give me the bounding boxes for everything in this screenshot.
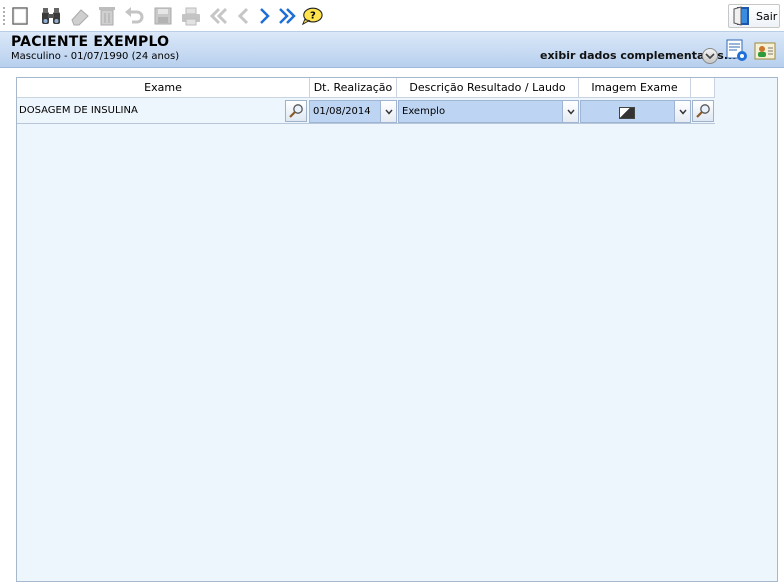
column-header-imagem[interactable]: Imagem Exame — [579, 78, 691, 98]
exams-grid: Exame Dt. Realização Descrição Resultado… — [16, 77, 778, 582]
patient-header: PACIENTE EXEMPLO Masculino - 01/07/1990 … — [0, 32, 784, 68]
last-record-icon — [279, 8, 296, 24]
dt-realizacao-select[interactable]: 01/08/2014 — [309, 100, 397, 123]
clear-button[interactable] — [69, 5, 91, 27]
print-icon — [182, 7, 200, 26]
search-button[interactable] — [40, 5, 62, 27]
help-button[interactable]: ? — [301, 5, 323, 27]
save-disk-icon — [154, 7, 172, 25]
column-header-action — [691, 78, 715, 98]
first-record-icon — [209, 7, 228, 25]
expand-toggle-button[interactable] — [702, 48, 718, 64]
previous-record-icon — [237, 7, 249, 25]
patient-name: PACIENTE EXEMPLO — [11, 34, 170, 50]
magnifier-icon — [289, 104, 303, 118]
toolbar-grip[interactable] — [3, 7, 5, 25]
next-record-button[interactable] — [254, 5, 276, 27]
print-button[interactable] — [180, 5, 202, 27]
undo-icon — [125, 7, 144, 24]
exame-search-button[interactable] — [285, 100, 307, 122]
imagem-dropdown-button[interactable] — [674, 101, 690, 122]
toolbar: ? Sair — [0, 0, 784, 32]
image-thumbnail-icon — [619, 107, 635, 119]
record-settings-icon — [726, 39, 747, 61]
descricao-select[interactable]: Exemplo — [398, 100, 579, 123]
dt-realizacao-value: 01/08/2014 — [313, 106, 371, 117]
descricao-dropdown-button[interactable] — [562, 101, 578, 122]
patient-details: Masculino - 01/07/1990 (24 anos) — [11, 51, 180, 62]
table-row[interactable]: DOSAGEM DE INSULINA 01/08/2014 Exemplo — [17, 99, 715, 124]
exit-button[interactable]: Sair — [728, 4, 780, 28]
exame-cell[interactable]: DOSAGEM DE INSULINA — [17, 99, 310, 124]
patient-card-button[interactable] — [754, 40, 776, 62]
column-header-descricao[interactable]: Descrição Resultado / Laudo — [397, 78, 579, 98]
previous-record-button[interactable] — [232, 5, 254, 27]
delete-trash-icon — [99, 7, 115, 26]
exit-label: Sair — [756, 9, 778, 23]
help-icon: ? — [301, 7, 323, 26]
save-button[interactable] — [152, 5, 174, 27]
exame-value: DOSAGEM DE INSULINA — [19, 105, 138, 116]
eraser-icon — [71, 9, 89, 26]
chevron-down-icon — [566, 109, 575, 115]
imagem-view-button[interactable] — [692, 100, 714, 122]
undo-button[interactable] — [123, 5, 145, 27]
record-settings-button[interactable] — [726, 39, 748, 63]
grid-header: Exame Dt. Realização Descrição Resultado… — [17, 78, 715, 98]
chevron-down-icon — [384, 109, 393, 115]
column-header-dt-realizacao[interactable]: Dt. Realização — [310, 78, 397, 98]
new-icon — [12, 7, 28, 25]
next-record-icon — [260, 8, 270, 24]
patient-card-icon — [754, 42, 776, 60]
exit-door-icon — [733, 6, 749, 26]
first-record-button[interactable] — [208, 5, 230, 27]
svg-text:?: ? — [310, 11, 316, 22]
new-button[interactable] — [9, 5, 31, 27]
dt-realizacao-dropdown-button[interactable] — [380, 101, 396, 122]
search-binoculars-icon — [42, 8, 60, 24]
column-header-exame[interactable]: Exame — [17, 78, 310, 98]
magnifier-icon — [696, 104, 710, 118]
chevron-down-icon — [705, 53, 715, 60]
chevron-down-icon — [678, 109, 687, 115]
delete-button[interactable] — [96, 5, 118, 27]
descricao-value: Exemplo — [402, 106, 446, 117]
last-record-button[interactable] — [276, 5, 298, 27]
imagem-select[interactable] — [580, 100, 691, 123]
